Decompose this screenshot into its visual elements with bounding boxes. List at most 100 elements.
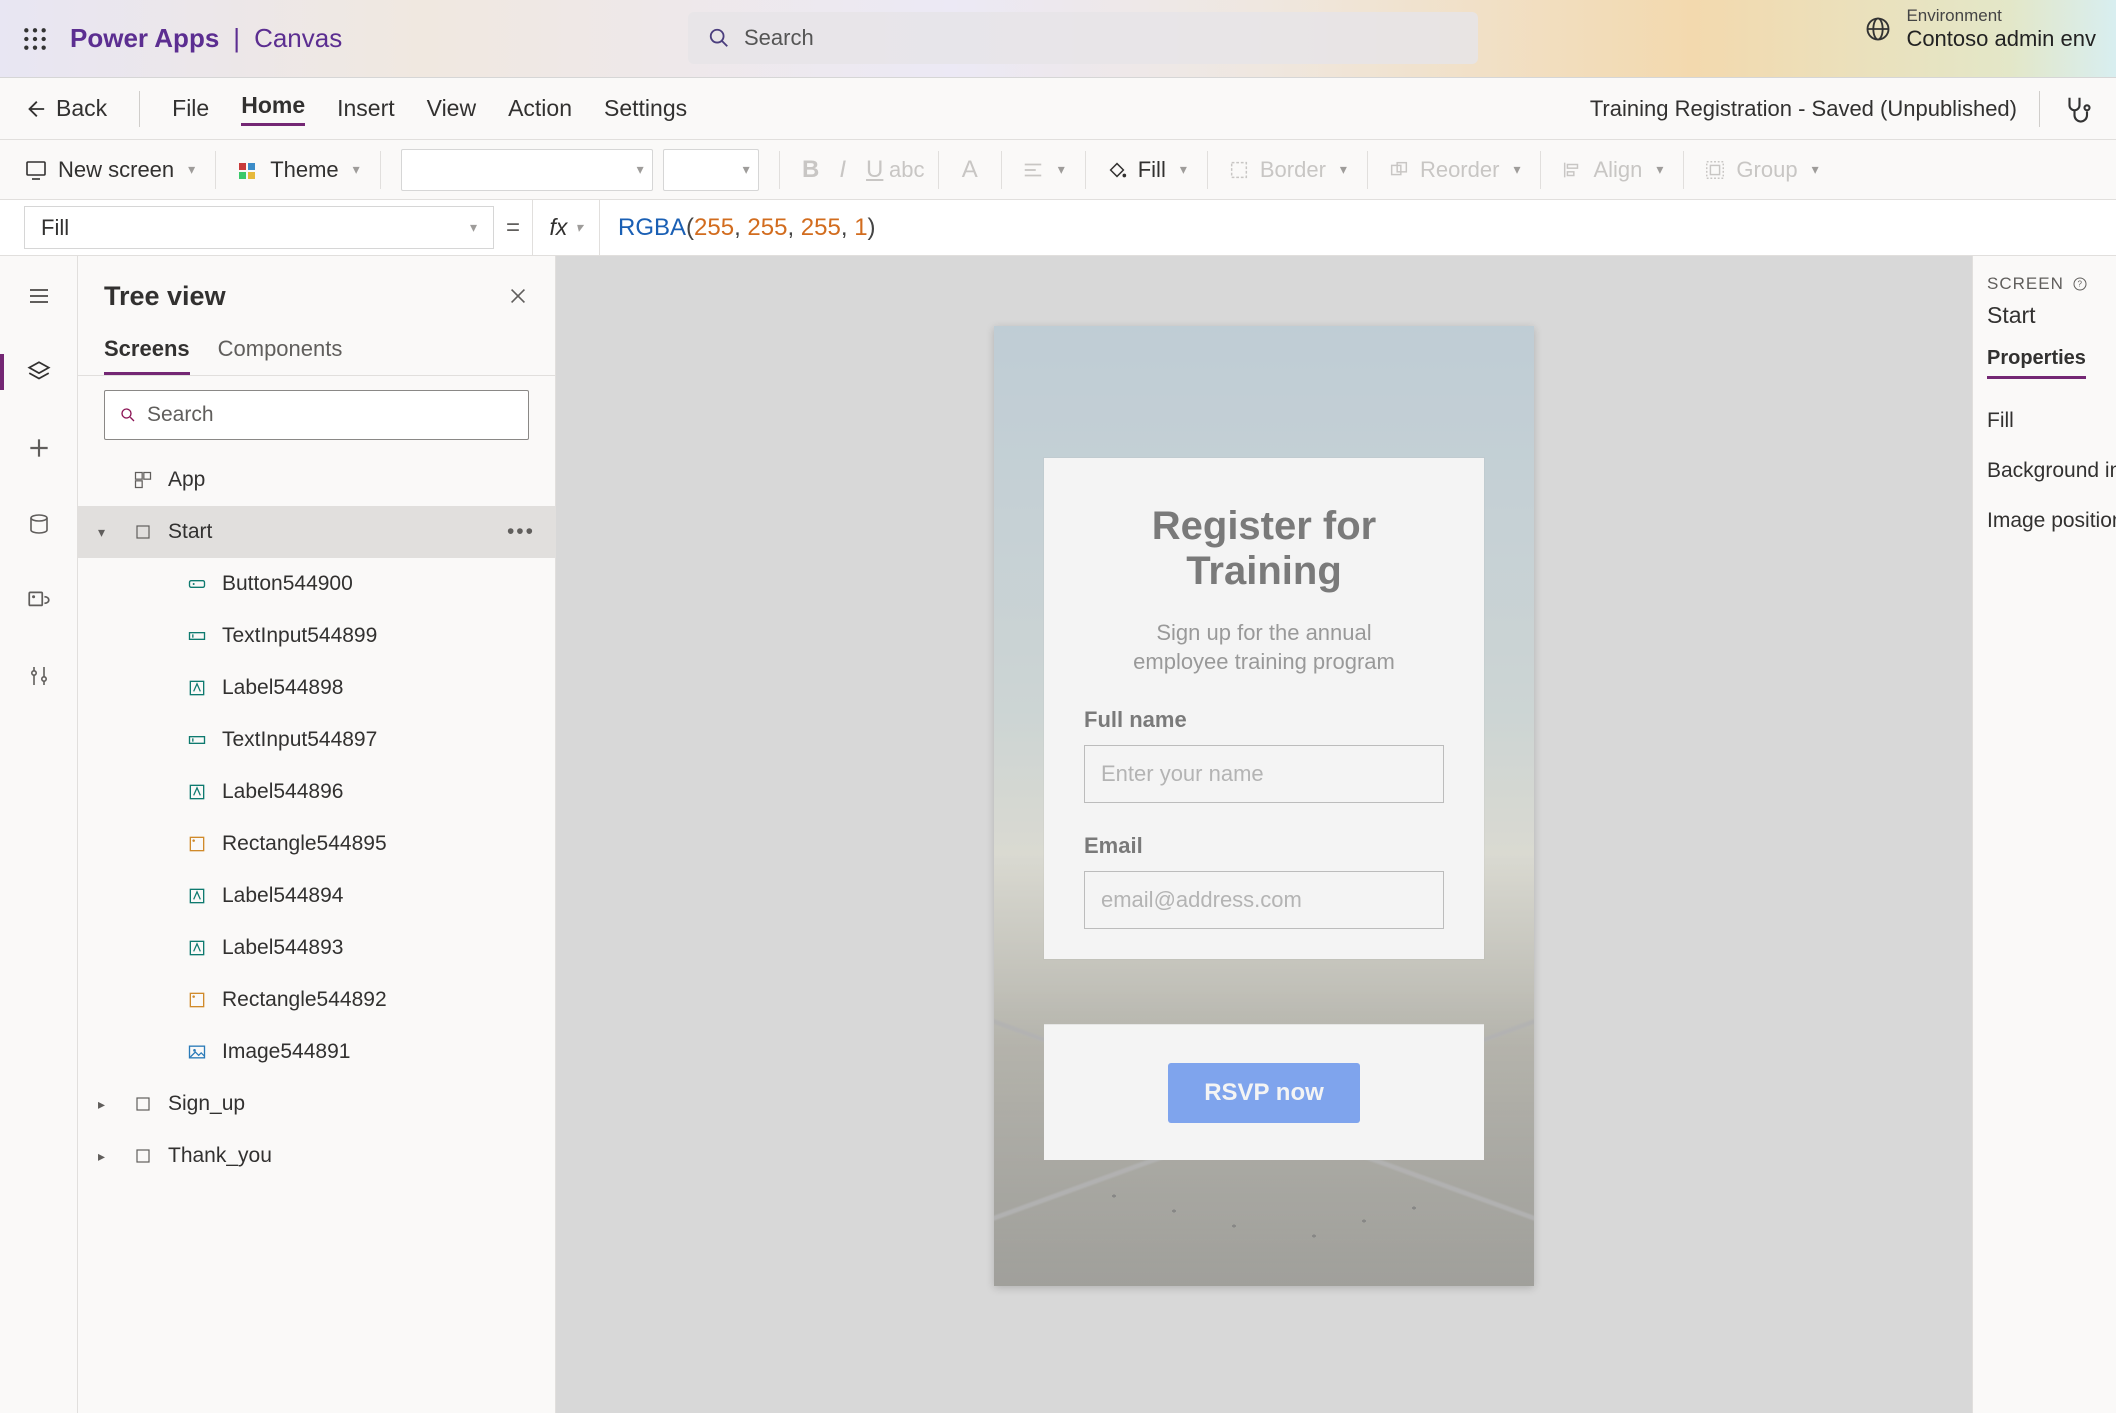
fx-button[interactable]: fx ▾ bbox=[532, 200, 600, 255]
fullname-input[interactable] bbox=[1084, 745, 1444, 803]
rail-insert[interactable] bbox=[11, 424, 67, 472]
canvas-area[interactable]: Register forTraining Sign up for the ann… bbox=[556, 256, 1972, 1413]
brand-app-sub[interactable]: Canvas bbox=[254, 23, 342, 54]
help-icon[interactable]: ? bbox=[2072, 276, 2088, 292]
global-search[interactable]: Search bbox=[688, 12, 1478, 64]
theme-label: Theme bbox=[270, 157, 338, 183]
chevron-down-icon[interactable]: ▾ bbox=[98, 524, 118, 541]
tree-row-thankyou[interactable]: ▸ Thank_you bbox=[78, 1130, 555, 1182]
close-icon[interactable] bbox=[507, 285, 529, 307]
paint-bucket-icon bbox=[1106, 159, 1128, 181]
app-launcher-button[interactable] bbox=[0, 0, 70, 78]
left-rail bbox=[0, 256, 78, 1413]
chevron-right-icon[interactable]: ▸ bbox=[98, 1148, 118, 1165]
menu-home[interactable]: Home bbox=[241, 92, 305, 126]
group-button[interactable]: Group ▾ bbox=[1704, 157, 1818, 183]
rail-tree-view[interactable] bbox=[11, 348, 67, 396]
svg-text:?: ? bbox=[2077, 280, 2082, 289]
strikethrough-button[interactable]: abc bbox=[896, 159, 918, 181]
tree-item-label: Rectangle544895 bbox=[222, 832, 387, 856]
menu-settings[interactable]: Settings bbox=[604, 95, 687, 122]
rail-advanced-tools[interactable] bbox=[11, 652, 67, 700]
form-subtitle: Sign up for the annualemployee training … bbox=[1084, 618, 1444, 677]
new-screen-label: New screen bbox=[58, 157, 174, 183]
chevron-down-icon: ▾ bbox=[637, 161, 644, 178]
border-icon bbox=[1228, 159, 1250, 181]
chevron-down-icon: ▾ bbox=[1340, 161, 1347, 178]
brand-app-name[interactable]: Power Apps bbox=[70, 23, 219, 54]
email-label: Email bbox=[1084, 833, 1444, 859]
screen-rect-icon bbox=[134, 1095, 152, 1113]
fill-button[interactable]: Fill ▾ bbox=[1106, 157, 1187, 183]
email-input[interactable] bbox=[1084, 871, 1444, 929]
tree-row-control[interactable]: Label544898 bbox=[78, 662, 555, 714]
underline-button[interactable]: U bbox=[864, 159, 886, 181]
more-icon[interactable]: ••• bbox=[507, 520, 535, 544]
tree-row-signup[interactable]: ▸ Sign_up bbox=[78, 1078, 555, 1130]
screen-icon bbox=[24, 158, 48, 182]
rsvp-button[interactable]: RSVP now bbox=[1168, 1063, 1360, 1123]
properties-panel: Screen ? Start Properties Fill Backgroun… bbox=[1972, 256, 2116, 1413]
bold-button[interactable]: B bbox=[800, 159, 822, 181]
tree-item-label: Label544894 bbox=[222, 884, 343, 908]
tab-screens[interactable]: Screens bbox=[104, 336, 190, 375]
menu-insert[interactable]: Insert bbox=[337, 95, 395, 122]
italic-button[interactable]: I bbox=[832, 159, 854, 181]
chevron-right-icon[interactable]: ▸ bbox=[98, 1096, 118, 1113]
tree-row-start[interactable]: ▾ Start ••• bbox=[78, 506, 555, 558]
text-align-button[interactable] bbox=[1022, 159, 1044, 181]
prop-fill[interactable]: Fill bbox=[1987, 399, 2116, 443]
divider bbox=[1367, 151, 1368, 189]
tree-row-control[interactable]: Label544893 bbox=[78, 922, 555, 974]
tree-row-control[interactable]: Label544894 bbox=[78, 870, 555, 922]
new-screen-button[interactable]: New screen ▾ bbox=[24, 157, 195, 183]
hamburger-icon bbox=[27, 284, 51, 308]
align-button[interactable]: Align ▾ bbox=[1561, 157, 1663, 183]
tools-icon bbox=[27, 664, 51, 688]
database-icon bbox=[27, 512, 51, 536]
menu-file[interactable]: File bbox=[172, 95, 209, 122]
form-footer: RSVP now bbox=[1044, 1024, 1484, 1160]
prop-image-position[interactable]: Image position bbox=[1987, 499, 2116, 543]
tree-row-app[interactable]: App bbox=[78, 454, 555, 506]
tree-row-control[interactable]: TextInput544899 bbox=[78, 610, 555, 662]
divider bbox=[139, 91, 140, 127]
tree-row-control[interactable]: Label544896 bbox=[78, 766, 555, 818]
property-selector[interactable]: Fill ▾ bbox=[24, 206, 494, 249]
header-top: Power Apps | Canvas Search Environment C… bbox=[0, 0, 2116, 78]
app-checker-icon[interactable] bbox=[2062, 94, 2092, 124]
tab-components[interactable]: Components bbox=[218, 336, 343, 375]
theme-button[interactable]: Theme ▾ bbox=[236, 157, 360, 183]
back-label: Back bbox=[56, 95, 107, 122]
tree-row-control[interactable]: Rectangle544892 bbox=[78, 974, 555, 1026]
back-button[interactable]: Back bbox=[24, 95, 107, 122]
tree-row-control[interactable]: TextInput544897 bbox=[78, 714, 555, 766]
rail-media[interactable] bbox=[11, 576, 67, 624]
chevron-down-icon: ▾ bbox=[1656, 161, 1663, 178]
prop-background-image[interactable]: Background image bbox=[1987, 449, 2116, 493]
globe-icon bbox=[1864, 15, 1892, 43]
rail-hamburger[interactable] bbox=[11, 272, 67, 320]
tree-search-input[interactable]: Search bbox=[104, 390, 529, 440]
divider bbox=[779, 151, 780, 189]
reorder-button[interactable]: Reorder ▾ bbox=[1388, 157, 1521, 183]
divider bbox=[1001, 151, 1002, 189]
menu-action[interactable]: Action bbox=[508, 95, 572, 122]
font-color-button[interactable]: A bbox=[959, 159, 981, 181]
font-size-dropdown[interactable]: ▾ bbox=[663, 149, 759, 191]
tab-properties[interactable]: Properties bbox=[1987, 347, 2086, 379]
equals-label: = bbox=[494, 200, 532, 255]
border-button[interactable]: Border ▾ bbox=[1228, 157, 1347, 183]
tree-row-control[interactable]: Button544900 bbox=[78, 558, 555, 610]
formula-input[interactable]: RGBA(255, 255, 255, 1) bbox=[600, 200, 2116, 255]
tree-row-control[interactable]: Rectangle544895 bbox=[78, 818, 555, 870]
divider bbox=[215, 151, 216, 189]
font-family-dropdown[interactable]: ▾ bbox=[401, 149, 653, 191]
environment-picker[interactable]: Environment Contoso admin env bbox=[1864, 6, 2096, 52]
rail-data[interactable] bbox=[11, 500, 67, 548]
menu-view[interactable]: View bbox=[427, 95, 476, 122]
label-icon bbox=[184, 938, 210, 958]
phone-frame[interactable]: Register forTraining Sign up for the ann… bbox=[994, 326, 1534, 1286]
panel-context-label: Screen ? bbox=[1987, 274, 2116, 294]
tree-row-control[interactable]: Image544891 bbox=[78, 1026, 555, 1078]
